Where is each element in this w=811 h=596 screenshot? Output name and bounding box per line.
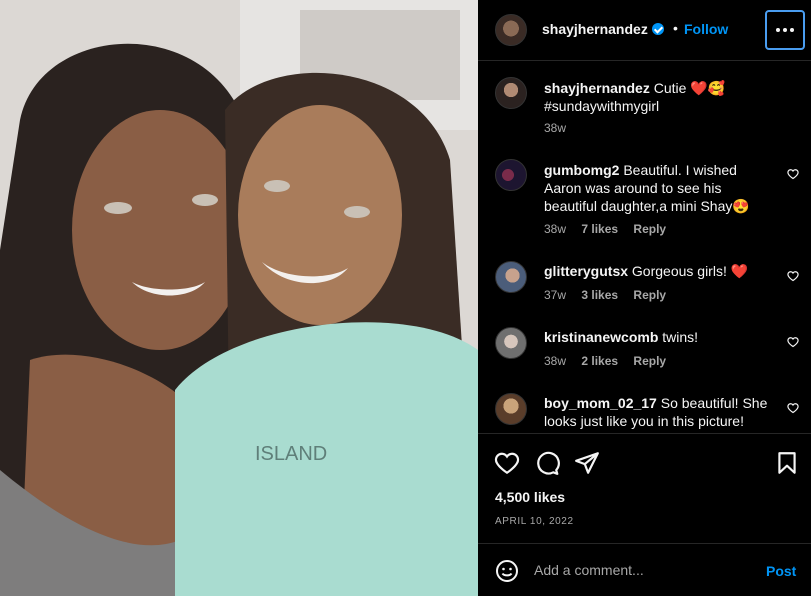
author-avatar[interactable] <box>495 77 527 109</box>
commenter-avatar[interactable] <box>495 327 527 359</box>
comment-likes[interactable]: 2 likes <box>581 354 618 368</box>
emoji-smiley-icon[interactable] <box>495 559 519 583</box>
comment-like-heart-icon[interactable] <box>787 336 799 348</box>
comment-input[interactable] <box>534 560 754 580</box>
post-date: APRIL 10, 2022 <box>495 516 574 527</box>
commenter-avatar[interactable] <box>495 261 527 293</box>
caption-time: 38w <box>544 121 567 135</box>
bookmark-icon[interactable] <box>774 450 800 476</box>
comment-time: 38w <box>544 354 567 368</box>
verified-badge-icon <box>651 23 664 35</box>
author-avatar[interactable] <box>495 14 527 46</box>
comment-time: 38w <box>544 222 567 236</box>
post-header: shayjhernandez • Follow <box>478 0 811 61</box>
more-options-icon[interactable] <box>765 10 805 50</box>
likes-count[interactable]: 4,500 likes <box>495 489 565 505</box>
add-comment-bar: Post <box>478 543 811 596</box>
post-photo[interactable]: ISLAND <box>0 0 478 596</box>
comment-username[interactable]: gumbomg2 <box>544 162 619 178</box>
comment-likes[interactable]: 3 likes <box>581 288 618 302</box>
separator-dot: • <box>673 20 678 36</box>
comment-username[interactable]: glitterygutsx <box>544 263 628 279</box>
comment-text: Gorgeous girls! ❤️ <box>631 263 749 279</box>
post-actions: 4,500 likes APRIL 10, 2022 <box>478 433 811 543</box>
follow-button[interactable]: Follow <box>684 21 728 37</box>
reply-button[interactable]: Reply <box>633 354 666 368</box>
caption-username[interactable]: shayjhernandez <box>544 80 650 96</box>
post-comment-button[interactable]: Post <box>766 563 796 579</box>
author-username[interactable]: shayjhernandez <box>542 21 664 37</box>
heart-outline-icon[interactable] <box>494 450 520 476</box>
sweatshirt-text: ISLAND <box>255 443 327 465</box>
comment-bubble-icon[interactable] <box>534 450 560 476</box>
paper-plane-icon[interactable] <box>574 450 600 476</box>
comments-list[interactable]: shayjhernandez Cutie ❤️🥰 #sundaywithmygi… <box>478 62 811 433</box>
comment-likes[interactable]: 7 likes <box>581 222 618 236</box>
commenter-avatar[interactable] <box>495 159 527 191</box>
reply-button[interactable]: Reply <box>633 222 666 236</box>
comment-like-heart-icon[interactable] <box>787 168 799 180</box>
reply-button[interactable]: Reply <box>633 288 666 302</box>
caption-text: Cutie ❤️🥰 <box>653 80 726 96</box>
comment-username[interactable]: kristinanewcomb <box>544 329 658 345</box>
comment-text: twins! <box>662 329 699 345</box>
comment-like-heart-icon[interactable] <box>787 270 799 282</box>
comment-like-heart-icon[interactable] <box>787 402 799 414</box>
comment-time: 37w <box>544 288 567 302</box>
post-details-panel: shayjhernandez • Follow shayjhernandez C… <box>478 0 811 596</box>
caption-hashtag[interactable]: #sundaywithmygirl <box>544 98 659 114</box>
comment-username[interactable]: boy_mom_02_17 <box>544 395 657 411</box>
commenter-avatar[interactable] <box>495 393 527 425</box>
